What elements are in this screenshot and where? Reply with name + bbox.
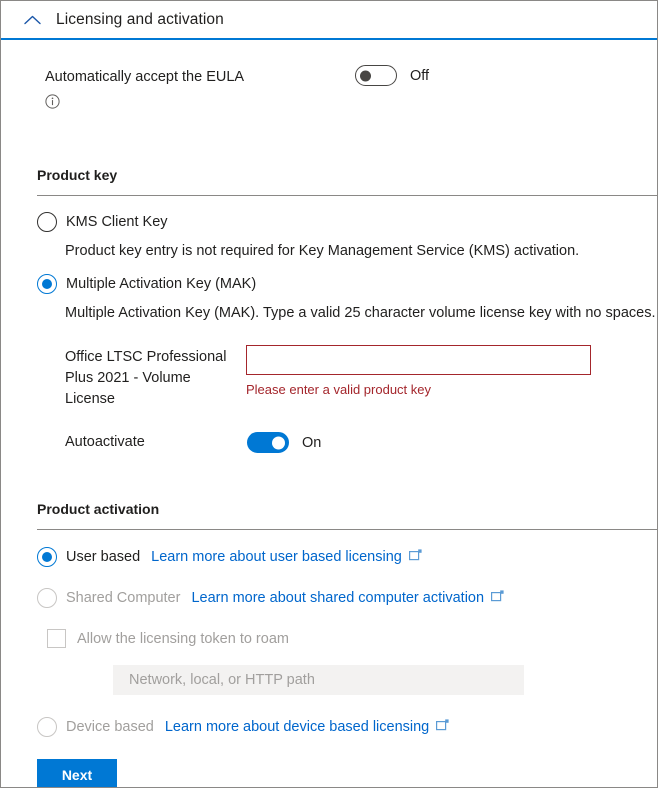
eula-label: Automatically accept the EULA [45,69,245,85]
radio-device-based-indicator [37,717,57,737]
allow-token-roam-checkbox [47,629,66,648]
product-key-divider [37,195,657,196]
radio-mak-label: Multiple Activation Key (MAK) [66,276,257,292]
autoactivate-toggle[interactable] [247,432,289,453]
radio-user-based[interactable]: User based Learn more about user based l… [37,547,657,567]
eula-toggle-group[interactable]: Off [355,65,429,86]
autoactivate-toggle-group[interactable]: On [247,432,321,453]
product-activation-heading: Product activation [37,501,160,517]
licensing-activation-panel: Licensing and activation Automatically a… [0,0,658,788]
product-key-heading: Product key [37,167,118,183]
page-title: Licensing and activation [56,10,224,28]
radio-shared-computer[interactable]: Shared Computer Learn more about shared … [37,588,657,608]
panel-header[interactable]: Licensing and activation [1,1,657,40]
autoactivate-toggle-state: On [302,434,322,451]
radio-kms-label: KMS Client Key [66,214,168,230]
product-activation-divider [37,529,657,530]
radio-kms-indicator[interactable] [37,212,57,232]
product-key-error: Please enter a valid product key [246,382,431,397]
radio-mak-indicator[interactable] [37,274,57,294]
radio-device-based-label: Device based [66,719,154,735]
radio-user-based-label: User based [66,549,141,565]
autoactivate-label: Autoactivate [65,434,145,450]
chevron-up-icon[interactable] [19,7,45,33]
product-key-field-label: Office LTSC Professional Plus 2021 - Vol… [65,349,227,407]
roam-checkbox-row[interactable]: Allow the licensing token to roam [47,629,657,648]
info-circle-icon[interactable] [45,94,355,114]
token-path-input [113,665,524,695]
mak-description: Multiple Activation Key (MAK). Type a va… [65,305,656,321]
kms-description: Product key entry is not required for Ke… [65,243,580,259]
eula-toggle[interactable] [355,65,397,86]
link-device-based-licensing[interactable]: Learn more about device based licensing [165,719,429,735]
product-key-field-group: Office LTSC Professional Plus 2021 - Vol… [65,345,657,410]
token-path-row [113,665,657,695]
footer-actions: Next [37,759,657,787]
link-user-based-licensing[interactable]: Learn more about user based licensing [151,549,402,565]
link-shared-computer-activation[interactable]: Learn more about shared computer activat… [191,590,484,606]
radio-device-based[interactable]: Device based Learn more about device bas… [37,717,657,737]
open-in-new-window-icon[interactable] [408,548,422,566]
radio-kms-client-key[interactable]: KMS Client Key [37,212,657,232]
radio-user-based-indicator[interactable] [37,547,57,567]
open-in-new-window-icon[interactable] [491,589,504,607]
radio-multiple-activation-key[interactable]: Multiple Activation Key (MAK) [37,274,657,294]
product-key-input[interactable] [246,345,591,375]
radio-shared-computer-label: Shared Computer [66,590,181,606]
allow-token-roam-label: Allow the licensing token to roam [77,630,289,647]
autoactivate-row: Autoactivate On [65,432,657,453]
next-button[interactable]: Next [37,759,117,787]
radio-shared-computer-indicator [37,588,57,608]
eula-toggle-state: Off [410,67,430,84]
eula-row: Automatically accept the EULA Off [1,40,657,109]
open-in-new-window-icon[interactable] [436,718,449,736]
